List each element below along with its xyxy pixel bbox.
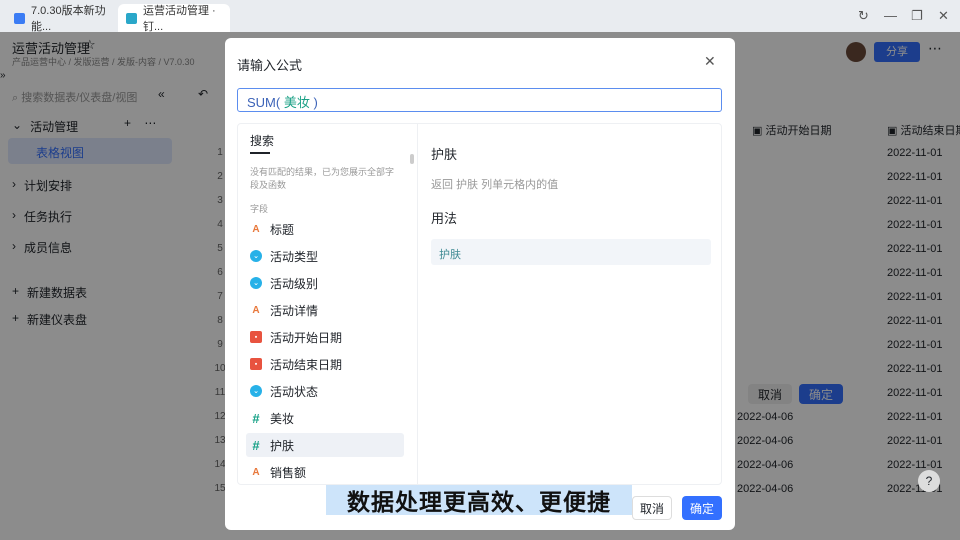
field-label: 标题 <box>270 222 295 237</box>
field-item[interactable]: A 标题 <box>246 217 404 241</box>
tab-label: 运营活动管理 · 钉... <box>143 5 216 33</box>
text-field-icon: A <box>252 223 260 235</box>
fn: SUM( <box>247 95 281 110</box>
field-label: 美妆 <box>270 411 295 426</box>
dialog-title: 请输入公式 <box>237 58 303 73</box>
field-token: 美妆 <box>283 95 310 110</box>
cancel-button[interactable]: 取消 <box>632 496 672 520</box>
detail-title: 护肤 <box>431 147 458 162</box>
field-item[interactable]: A 活动详情 <box>246 298 404 322</box>
formula-panel: 搜索 没有匹配的结果，已为您展示全部字段及函数 字段 A 标题 ⌄ 活动类型 ⌄ 活动级别… <box>237 123 722 485</box>
usage-example: 护肤 <box>431 239 711 265</box>
number-field-icon: # <box>252 410 260 426</box>
field-item[interactable]: ▪ 活动结束日期 <box>246 352 404 376</box>
no-match-text: 没有匹配的结果，已为您展示全部字段及函数 <box>250 167 395 190</box>
tab-underline <box>250 152 270 154</box>
ok-button[interactable]: 确定 <box>682 496 722 520</box>
tab-search[interactable]: 搜索 <box>250 132 274 149</box>
field-list: 搜索 没有匹配的结果，已为您展示全部字段及函数 字段 A 标题 ⌄ 活动类型 ⌄ 活动级别… <box>238 124 418 484</box>
maximize-icon[interactable]: ❐ <box>911 8 923 24</box>
detail-desc: 返回 护肤 列单元格内的值 <box>431 179 559 191</box>
field-label: 活动详情 <box>270 303 319 318</box>
doc-icon <box>14 12 25 24</box>
browser-tab-active[interactable]: 运营活动管理 · 钉... <box>118 4 230 33</box>
table-icon <box>126 12 137 24</box>
browser-tab[interactable]: 7.0.30版本新功能... <box>6 4 118 33</box>
formula-input[interactable]: SUM( 美妆 ) <box>237 88 722 112</box>
refresh-icon[interactable]: ↻ <box>858 8 869 24</box>
formula-dialog: 请输入公式 ✕ SUM( 美妆 ) 搜索 没有匹配的结果，已为您展示全部字段及函… <box>225 38 735 530</box>
help-icon[interactable]: ? <box>918 470 940 492</box>
video-caption: 数据处理更高效、更便捷 <box>326 485 632 515</box>
field-label: 销售额 <box>270 465 307 480</box>
field-label: 活动开始日期 <box>270 330 343 345</box>
date-field-icon: ▪ <box>250 331 262 343</box>
field-label: 活动类型 <box>270 249 319 264</box>
field-item[interactable]: ⌄ 活动级别 <box>246 271 404 295</box>
close-icon[interactable]: ✕ <box>704 53 716 70</box>
field-label: 活动状态 <box>270 384 319 399</box>
usage-title: 用法 <box>431 211 458 226</box>
minimize-icon[interactable]: — <box>884 8 897 23</box>
scrollbar[interactable] <box>410 154 414 164</box>
field-item[interactable]: ▪ 活动开始日期 <box>246 325 404 349</box>
text-field-icon: A <box>252 304 260 316</box>
field-item[interactable]: ⌄ 活动状态 <box>246 379 404 403</box>
number-field-icon: # <box>252 437 260 453</box>
select-field-icon: ⌄ <box>250 385 262 397</box>
fn-end: ) <box>313 95 318 110</box>
field-label: 护肤 <box>270 438 295 453</box>
field-item[interactable]: # 美妆 <box>246 406 404 430</box>
date-field-icon: ▪ <box>250 358 262 370</box>
browser-tab-bar: 7.0.30版本新功能... 运营活动管理 · 钉... ↻ — ❐ ✕ <box>0 0 960 33</box>
field-item[interactable]: A 销售额 <box>246 460 404 484</box>
select-field-icon: ⌄ <box>250 277 262 289</box>
close-window-icon[interactable]: ✕ <box>938 8 949 24</box>
field-label: 活动级别 <box>270 276 319 291</box>
select-field-icon: ⌄ <box>250 250 262 262</box>
section-label: 字段 <box>250 204 269 214</box>
field-item[interactable]: ⌄ 活动类型 <box>246 244 404 268</box>
field-item[interactable]: # 护肤 <box>246 433 404 457</box>
field-label: 活动结束日期 <box>270 357 343 372</box>
tab-label: 7.0.30版本新功能... <box>31 5 106 33</box>
text-field-icon: A <box>252 466 260 478</box>
